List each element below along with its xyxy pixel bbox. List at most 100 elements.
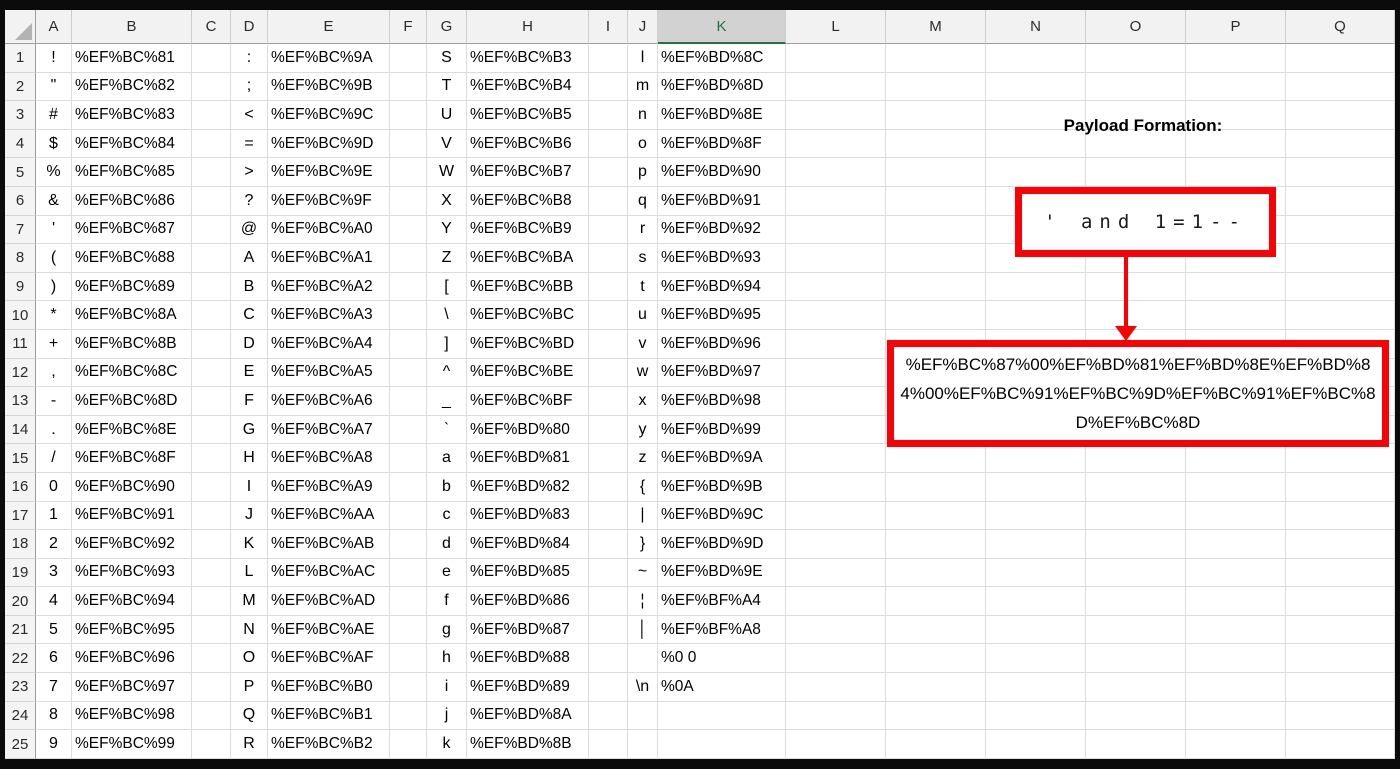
cell-A17[interactable]: 1 xyxy=(36,501,72,531)
cell-M17[interactable] xyxy=(886,501,986,531)
cell-J7[interactable]: r xyxy=(628,215,658,245)
cell-E24[interactable]: %EF%BC%B1 xyxy=(268,701,390,731)
cell-J19[interactable]: ~ xyxy=(628,558,658,588)
cell-D7[interactable]: @ xyxy=(231,215,268,245)
cell-C8[interactable] xyxy=(192,244,231,273)
cell-I14[interactable] xyxy=(589,415,628,445)
cell-F12[interactable] xyxy=(390,358,427,388)
cell-C15[interactable] xyxy=(192,444,231,473)
cell-M8[interactable] xyxy=(886,244,986,273)
cell-A19[interactable]: 3 xyxy=(36,558,72,588)
cell-A3[interactable]: # xyxy=(36,101,72,130)
cell-D8[interactable]: A xyxy=(231,244,268,273)
row-header-9[interactable]: 9 xyxy=(5,272,36,302)
row-header-17[interactable]: 17 xyxy=(5,501,36,531)
cell-M6[interactable] xyxy=(886,186,986,216)
cell-H22[interactable]: %EF%BD%88 xyxy=(467,644,589,674)
cell-H2[interactable]: %EF%BC%B4 xyxy=(467,72,589,102)
cell-Q2[interactable] xyxy=(1286,72,1395,102)
cell-H7[interactable]: %EF%BC%B9 xyxy=(467,215,589,245)
row-header-7[interactable]: 7 xyxy=(5,215,36,245)
cell-P10[interactable] xyxy=(1186,301,1286,330)
cell-H10[interactable]: %EF%BC%BC xyxy=(467,301,589,330)
cell-M10[interactable] xyxy=(886,301,986,330)
cell-I7[interactable] xyxy=(589,215,628,245)
cell-B23[interactable]: %EF%BC%97 xyxy=(72,673,192,702)
cell-J13[interactable]: x xyxy=(628,387,658,416)
cell-P17[interactable] xyxy=(1186,501,1286,531)
cell-C22[interactable] xyxy=(192,644,231,674)
cell-K13[interactable]: %EF%BD%98 xyxy=(658,387,786,416)
cell-G11[interactable]: ] xyxy=(427,329,467,359)
cell-E14[interactable]: %EF%BC%A7 xyxy=(268,415,390,445)
cell-C24[interactable] xyxy=(192,701,231,731)
cell-P23[interactable] xyxy=(1186,673,1286,702)
cell-K24[interactable] xyxy=(658,701,786,731)
cell-G6[interactable]: X xyxy=(427,186,467,216)
cell-L9[interactable] xyxy=(786,272,886,302)
cell-I1[interactable] xyxy=(589,44,628,73)
cell-E20[interactable]: %EF%BC%AD xyxy=(268,587,390,616)
cell-Q19[interactable] xyxy=(1286,558,1395,588)
cell-P9[interactable] xyxy=(1186,272,1286,302)
cell-K5[interactable]: %EF%BD%90 xyxy=(658,158,786,187)
cell-B18[interactable]: %EF%BC%92 xyxy=(72,530,192,559)
cell-B11[interactable]: %EF%BC%8B xyxy=(72,329,192,359)
cell-K21[interactable]: %EF%BF%A8 xyxy=(658,615,786,645)
cell-E10[interactable]: %EF%BC%A3 xyxy=(268,301,390,330)
cell-E25[interactable]: %EF%BC%B2 xyxy=(268,730,390,759)
cell-I3[interactable] xyxy=(589,101,628,130)
cell-E11[interactable]: %EF%BC%A4 xyxy=(268,329,390,359)
cell-H18[interactable]: %EF%BD%84 xyxy=(467,530,589,559)
cell-N25[interactable] xyxy=(986,730,1086,759)
cell-G8[interactable]: Z xyxy=(427,244,467,273)
cell-I17[interactable] xyxy=(589,501,628,531)
cell-E7[interactable]: %EF%BC%A0 xyxy=(268,215,390,245)
row-header-20[interactable]: 20 xyxy=(5,587,36,616)
cell-G5[interactable]: W xyxy=(427,158,467,187)
cell-A16[interactable]: 0 xyxy=(36,472,72,502)
cell-B12[interactable]: %EF%BC%8C xyxy=(72,358,192,388)
cell-P20[interactable] xyxy=(1186,587,1286,616)
cell-C13[interactable] xyxy=(192,387,231,416)
cell-B15[interactable]: %EF%BC%8F xyxy=(72,444,192,473)
cell-H15[interactable]: %EF%BD%81 xyxy=(467,444,589,473)
cell-H1[interactable]: %EF%BC%B3 xyxy=(467,44,589,73)
row-header-16[interactable]: 16 xyxy=(5,472,36,502)
cell-J5[interactable]: p xyxy=(628,158,658,187)
cell-L25[interactable] xyxy=(786,730,886,759)
cell-C25[interactable] xyxy=(192,730,231,759)
cell-J3[interactable]: n xyxy=(628,101,658,130)
column-header-P[interactable]: P xyxy=(1186,10,1286,44)
cell-J15[interactable]: z xyxy=(628,444,658,473)
cell-E12[interactable]: %EF%BC%A5 xyxy=(268,358,390,388)
cell-N19[interactable] xyxy=(986,558,1086,588)
cell-K16[interactable]: %EF%BD%9B xyxy=(658,472,786,502)
cell-O16[interactable] xyxy=(1086,472,1186,502)
cell-N21[interactable] xyxy=(986,615,1086,645)
cell-B24[interactable]: %EF%BC%98 xyxy=(72,701,192,731)
column-header-A[interactable]: A xyxy=(36,10,72,44)
cell-C18[interactable] xyxy=(192,530,231,559)
column-header-E[interactable]: E xyxy=(268,10,390,44)
cell-Q20[interactable] xyxy=(1286,587,1395,616)
cell-A13[interactable]: - xyxy=(36,387,72,416)
cell-F6[interactable] xyxy=(390,186,427,216)
cell-A15[interactable]: / xyxy=(36,444,72,473)
row-header-4[interactable]: 4 xyxy=(5,129,36,159)
cell-I16[interactable] xyxy=(589,472,628,502)
cell-K11[interactable]: %EF%BD%96 xyxy=(658,329,786,359)
cell-L8[interactable] xyxy=(786,244,886,273)
cell-G15[interactable]: a xyxy=(427,444,467,473)
cell-M9[interactable] xyxy=(886,272,986,302)
cell-L5[interactable] xyxy=(786,158,886,187)
row-header-10[interactable]: 10 xyxy=(5,301,36,330)
cell-P1[interactable] xyxy=(1186,44,1286,73)
cell-G4[interactable]: V xyxy=(427,129,467,159)
cell-E6[interactable]: %EF%BC%9F xyxy=(268,186,390,216)
cell-A4[interactable]: $ xyxy=(36,129,72,159)
cell-M22[interactable] xyxy=(886,644,986,674)
cell-A25[interactable]: 9 xyxy=(36,730,72,759)
cell-P15[interactable] xyxy=(1186,444,1286,473)
cell-D9[interactable]: B xyxy=(231,272,268,302)
